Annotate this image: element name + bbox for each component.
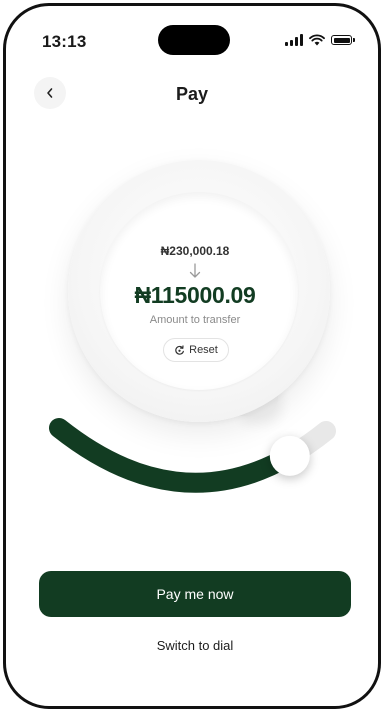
transfer-amount: ₦115000.09: [134, 282, 256, 308]
reset-label: Reset: [189, 344, 218, 356]
arrow-down-icon: [189, 263, 201, 278]
balance-amount: ₦230,000.18: [160, 244, 230, 258]
switch-to-dial-link[interactable]: Switch to dial: [6, 638, 378, 653]
pay-now-button[interactable]: Pay me now: [39, 571, 351, 617]
reset-button[interactable]: Reset: [163, 338, 229, 362]
amount-slider[interactable]: [6, 406, 381, 516]
pay-now-label: Pay me now: [156, 586, 234, 602]
reset-icon: [175, 344, 185, 355]
phone-frame: 13:13 Pay ₦230,000.18 ₦115000.09 Amount …: [3, 3, 381, 709]
slider-thumb[interactable]: [269, 435, 310, 476]
amount-caption: Amount to transfer: [149, 314, 241, 326]
